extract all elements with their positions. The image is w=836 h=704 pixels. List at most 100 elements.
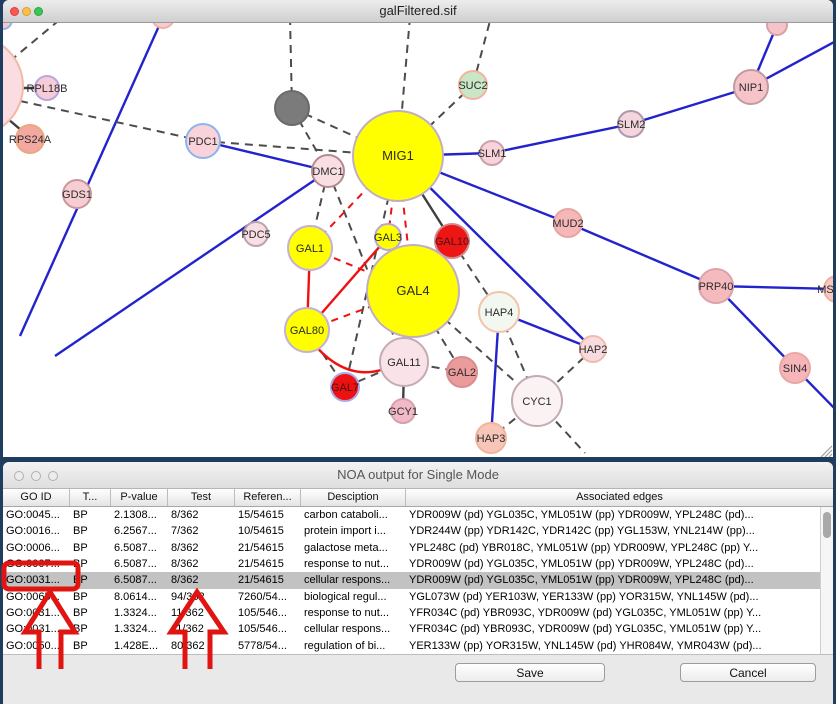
node-label-GCY1: GCY1 <box>388 406 418 418</box>
cell: 1.3324... <box>111 623 168 635</box>
noa-window-titlebar: NOA output for Single Mode <box>3 462 833 489</box>
cell: 15/54615 <box>235 509 301 521</box>
node-label-GAL10: GAL10 <box>435 236 469 248</box>
node-label-SUC2: SUC2 <box>458 80 487 92</box>
column-header-test[interactable]: Test <box>168 489 235 506</box>
node-label-DMC1: DMC1 <box>312 166 343 178</box>
node-label-SIN4: SIN4 <box>783 363 807 375</box>
cell: cellular respons... <box>301 623 406 635</box>
cell: 21/54615 <box>235 542 301 554</box>
cell: 6.2567... <box>111 525 168 537</box>
cell: YFR034C (pd) YBR093C, YDR009W (pd) YGL03… <box>406 607 820 619</box>
node-label-GAL80: GAL80 <box>290 325 324 337</box>
network-window: galFiltered.sif RPL18BRPS24AGDS1PDC1MIG1… <box>3 0 833 457</box>
network-window-titlebar: galFiltered.sif <box>3 0 833 23</box>
cell: YDR009W (pd) YGL035C, YML051W (pp) YDR00… <box>406 509 820 521</box>
cell: 6.5087... <box>111 542 168 554</box>
cancel-button[interactable]: Cancel <box>680 663 816 682</box>
table-row[interactable]: GO:0006...BP6.5087...8/36221/54615galact… <box>3 540 820 556</box>
desktop: { "top_window": { "title": "galFiltered.… <box>0 0 836 704</box>
table-row[interactable]: GO:0031...BP6.5087...8/36221/54615cellul… <box>3 572 820 588</box>
node-unlabeled[interactable] <box>767 23 787 35</box>
node-unlabeled[interactable] <box>3 23 12 29</box>
cell: GO:0045... <box>3 509 70 521</box>
scrollbar-thumb[interactable] <box>823 512 831 538</box>
cell: 6.5087... <box>111 558 168 570</box>
column-header-desciption[interactable]: Desciption <box>301 489 406 506</box>
cell: BP <box>70 591 111 603</box>
cell: GO:0031... <box>3 574 70 586</box>
cell: 7/362 <box>168 525 235 537</box>
node-label-MIG1: MIG1 <box>382 148 414 163</box>
cell: galactose meta... <box>301 542 406 554</box>
table-row[interactable]: GO:0031...BP1.3324...11/362105/546...res… <box>3 605 820 621</box>
cell: GO:0016... <box>3 525 70 537</box>
cell: YER133W (pp) YOR315W, YNL145W (pd) YHR08… <box>406 640 820 652</box>
cell: regulation of bi... <box>301 640 406 652</box>
node-label-GAL3: GAL3 <box>374 232 402 244</box>
column-header-referen[interactable]: Referen... <box>235 489 301 506</box>
cell: BP <box>70 640 111 652</box>
cell: 80/362 <box>168 640 235 652</box>
save-button[interactable]: Save <box>455 663 605 682</box>
cell: 21/54615 <box>235 558 301 570</box>
vertical-scrollbar[interactable] <box>820 507 833 654</box>
button-bar: Save Cancel <box>3 655 833 704</box>
node-label-GAL1: GAL1 <box>296 243 324 255</box>
node-label-GAL7: GAL7 <box>331 382 359 394</box>
cell: 94/362 <box>168 591 235 603</box>
node-label-HAP2: HAP2 <box>579 344 608 356</box>
cell: YPL248C (pd) YBR018C, YML051W (pp) YDR00… <box>406 542 820 554</box>
node-label-SLM1: SLM1 <box>478 148 507 160</box>
cell: 8/362 <box>168 558 235 570</box>
node-label-MSI: MSI <box>817 284 833 296</box>
column-header-associatededges[interactable]: Associated edges <box>406 489 833 506</box>
cell: YDR009W (pd) YGL035C, YML051W (pp) YDR00… <box>406 574 820 586</box>
cell: YFR034C (pd) YBR093C, YDR009W (pd) YGL03… <box>406 623 820 635</box>
column-header-t[interactable]: T... <box>70 489 111 506</box>
node-label-HAP4: HAP4 <box>485 307 514 319</box>
node-unlabeled[interactable] <box>152 23 174 28</box>
cell: GO:0006... <box>3 542 70 554</box>
resize-grip-icon[interactable] <box>821 446 832 457</box>
node-label-GAL11: GAL11 <box>387 357 420 369</box>
cell: 8/362 <box>168 574 235 586</box>
cell: 8/362 <box>168 509 235 521</box>
table-row[interactable]: GO:0065...BP8.0614...94/3627260/54...bio… <box>3 589 820 605</box>
cell: 21/54615 <box>235 574 301 586</box>
table-row[interactable]: GO:0045...BP2.1308...8/36215/54615carbon… <box>3 507 820 523</box>
cell: BP <box>70 542 111 554</box>
edge-blue <box>492 124 631 153</box>
network-canvas[interactable]: RPL18BRPS24AGDS1PDC1MIG1SUC2SLM1DMC1SLM2… <box>3 23 833 457</box>
network-graph: RPL18BRPS24AGDS1PDC1MIG1SUC2SLM1DMC1SLM2… <box>3 23 833 457</box>
cell: 1.428E... <box>111 640 168 652</box>
table-row[interactable]: GO:0016...BP6.2567...7/36210/54615protei… <box>3 523 820 539</box>
node-label-MUD2: MUD2 <box>552 218 583 230</box>
cell: 6.5087... <box>111 574 168 586</box>
node-unlabeled[interactable] <box>275 91 309 125</box>
table-row[interactable]: GO:0050...BP1.428E...80/3625778/54...reg… <box>3 638 820 654</box>
cell: BP <box>70 509 111 521</box>
node-label-SLM2: SLM2 <box>617 119 646 131</box>
table-header: GO IDT...P-valueTestReferen...Desciption… <box>3 489 833 507</box>
cell: 7260/54... <box>235 591 301 603</box>
cell: 2.1308... <box>111 509 168 521</box>
column-header-pvalue[interactable]: P-value <box>111 489 168 506</box>
table-row[interactable]: GO:0007...BP6.5087...8/36221/54615respon… <box>3 556 820 572</box>
column-header-goid[interactable]: GO ID <box>3 489 70 506</box>
node-label-RPL18B: RPL18B <box>27 83 68 95</box>
node-unlabeled[interactable] <box>3 36 23 136</box>
cell: carbon cataboli... <box>301 509 406 521</box>
cell: 105/546... <box>235 607 301 619</box>
edge-blue <box>631 87 751 124</box>
cell: 11/362 <box>168 607 235 619</box>
cell: YGL073W (pd) YER103W, YER133W (pp) YOR31… <box>406 591 820 603</box>
node-label-CYC1: CYC1 <box>522 396 551 408</box>
node-label-NIP1: NIP1 <box>739 82 763 94</box>
cell: GO:0031... <box>3 607 70 619</box>
cell: biological regul... <box>301 591 406 603</box>
table-row[interactable]: GO:0031...BP1.3324...11/362105/546...cel… <box>3 621 820 637</box>
node-label-PDC5: PDC5 <box>241 229 270 241</box>
noa-output-window: NOA output for Single Mode GO IDT...P-va… <box>3 462 833 704</box>
window-title: NOA output for Single Mode <box>3 462 833 488</box>
